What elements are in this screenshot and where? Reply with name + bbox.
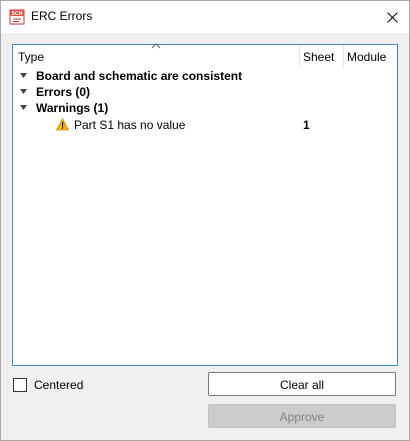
column-divider[interactable] (299, 45, 300, 67)
svg-text:SCH: SCH (11, 11, 22, 17)
tree-row-warning-item[interactable]: Part S1 has no value 1 (13, 117, 397, 133)
tree-row-label: Errors (0) (36, 85, 91, 99)
window-title: ERC Errors (31, 9, 93, 23)
schematic-app-icon: SCH (9, 9, 25, 25)
approve-button[interactable]: Approve (208, 404, 396, 428)
expand-triangle-icon[interactable] (20, 88, 27, 95)
expand-triangle-icon[interactable] (20, 72, 27, 79)
erc-tree-list[interactable]: Type Sheet Module Board and schematic ar… (12, 43, 398, 366)
erc-errors-window: SCH ERC Errors Type Sheet Module Board a… (0, 0, 410, 441)
tree-row-consistent[interactable]: Board and schematic are consistent (13, 68, 397, 84)
tree-row-label: Warnings (1) (36, 101, 109, 115)
warning-icon (56, 118, 69, 131)
column-header: Type Sheet Module (13, 43, 397, 67)
title-bar: SCH ERC Errors (1, 1, 409, 33)
warning-item-sheet: 1 (303, 118, 310, 132)
column-module[interactable]: Module (347, 45, 386, 67)
centered-label[interactable]: Centered (34, 378, 83, 392)
clear-all-button[interactable]: Clear all (208, 372, 396, 396)
warning-item-label: Part S1 has no value (74, 118, 186, 132)
close-button[interactable] (375, 1, 409, 33)
expand-triangle-icon[interactable] (20, 104, 27, 111)
tree-row-label: Board and schematic are consistent (36, 69, 243, 83)
column-divider[interactable] (343, 45, 344, 67)
close-icon (386, 11, 398, 23)
column-type[interactable]: Type (18, 45, 44, 67)
centered-checkbox[interactable] (13, 378, 27, 392)
column-sheet[interactable]: Sheet (303, 45, 334, 67)
sort-caret-icon (151, 43, 161, 49)
tree-row-warnings[interactable]: Warnings (1) (13, 100, 397, 116)
tree-row-errors[interactable]: Errors (0) (13, 84, 397, 100)
